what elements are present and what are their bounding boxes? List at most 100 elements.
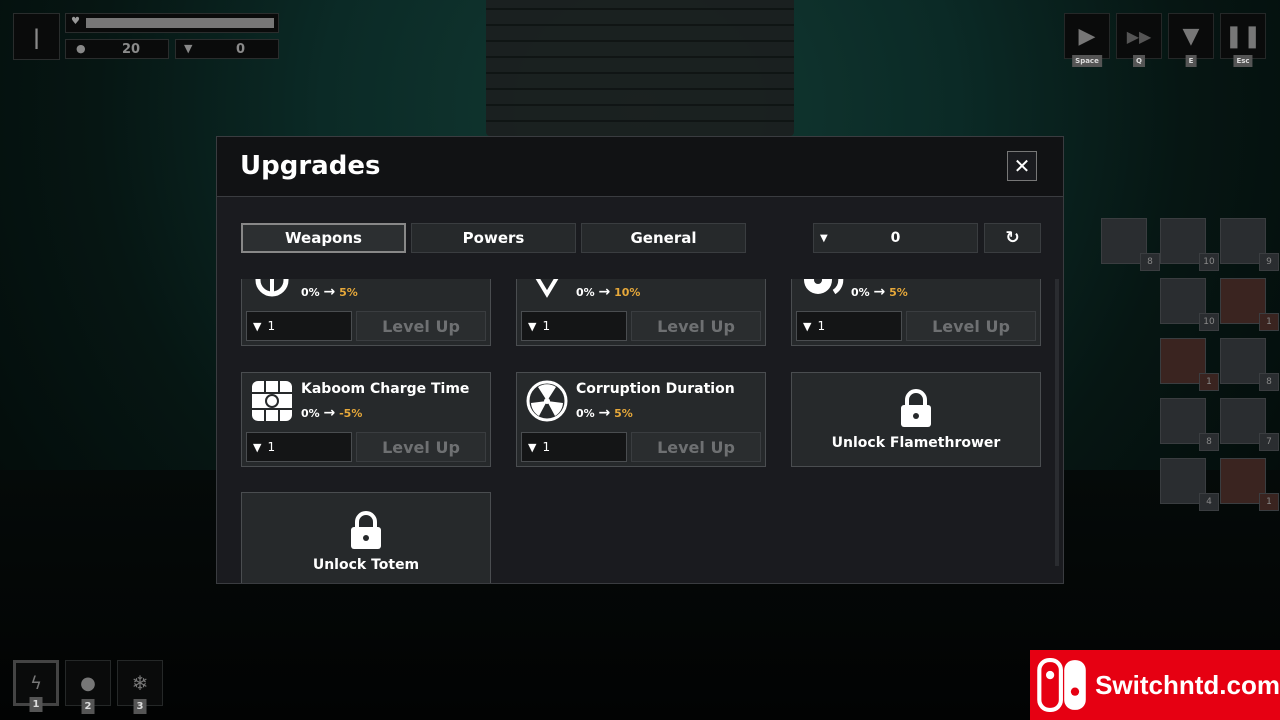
enemy-count: 10 bbox=[1199, 253, 1219, 271]
locked-flamethrower[interactable]: Unlock Flamethrower bbox=[791, 372, 1041, 467]
anvil-icon: ▼ bbox=[184, 42, 193, 55]
tower bbox=[486, 0, 794, 136]
locked-totem[interactable]: Unlock Totem bbox=[241, 492, 491, 583]
enemy-count: 10 bbox=[1199, 313, 1219, 331]
pause-button[interactable]: ❚❚ Esc bbox=[1220, 13, 1266, 67]
upgrade-title: Kaboom Charge Time bbox=[301, 381, 470, 397]
upgrade-card-weapon-upgrade-1: 0% → 5% ▼ 1 Level Up bbox=[241, 279, 491, 346]
enemy-slot: 8 bbox=[1220, 338, 1279, 391]
upgrade-icon bbox=[535, 279, 559, 298]
enemy-count: 1 bbox=[1199, 373, 1219, 391]
play-button[interactable]: ▶ Space bbox=[1064, 13, 1110, 67]
arrow-icon: → bbox=[323, 284, 336, 300]
upgrade-icon bbox=[804, 279, 844, 295]
upgrade-icon bbox=[252, 381, 292, 421]
enemy-count: 4 bbox=[1199, 493, 1219, 511]
enemy-count: 9 bbox=[1259, 253, 1279, 271]
scrollbar[interactable] bbox=[1055, 279, 1059, 566]
tab-general[interactable]: General bbox=[581, 223, 746, 253]
menu-button[interactable]: | bbox=[13, 13, 60, 60]
current-value: 0% bbox=[576, 286, 595, 299]
watermark: Switchntd.com bbox=[1030, 650, 1280, 720]
upgrade-card-kaboom-charge-time: Kaboom Charge Time 0% → -5% ▼ 1 Level Up bbox=[241, 372, 491, 467]
upgrade-title: Corruption Duration bbox=[576, 381, 735, 397]
dialog-title: Upgrades bbox=[240, 151, 381, 181]
upgrade-card-weapon-upgrade-2: 0% → 10% ▼ 1 Level Up bbox=[516, 279, 766, 346]
upgrade-values: 0% → 5% bbox=[851, 284, 908, 300]
enemy-slot: 8 bbox=[1101, 218, 1160, 271]
reset-button[interactable]: ↻ bbox=[984, 223, 1041, 253]
play-icon: ▶ bbox=[1078, 23, 1096, 49]
anvil-icon: ▼ bbox=[528, 440, 537, 454]
enemy-count: 1 bbox=[1259, 313, 1279, 331]
health-bar: ♥ bbox=[65, 13, 279, 33]
current-value: 0% bbox=[851, 286, 870, 299]
anvil-counter: ▼ 0 bbox=[175, 39, 279, 59]
upgrades-dialog: Upgrades ✕ Weapons Powers General ▼ 0 ↻ … bbox=[216, 136, 1064, 584]
level-up-button[interactable]: Level Up bbox=[631, 311, 761, 341]
current-value: 0% bbox=[301, 407, 320, 420]
lightning-icon: ϟ bbox=[30, 672, 42, 694]
enemy-slot: 10 bbox=[1160, 218, 1219, 271]
fast-forward-icon: ▶▶ bbox=[1126, 26, 1152, 46]
upgrade-values: 0% → -5% bbox=[301, 405, 362, 421]
ability-bomb[interactable]: ● 2 bbox=[65, 660, 111, 714]
ability-freeze[interactable]: ❄ 3 bbox=[117, 660, 163, 714]
arrow-icon: → bbox=[323, 405, 336, 421]
anvil-icon: ▼ bbox=[803, 319, 812, 333]
current-value: 0% bbox=[576, 407, 595, 420]
enemy-slot: 1 bbox=[1160, 338, 1219, 391]
upgrades-button[interactable]: ▼ E bbox=[1168, 13, 1214, 67]
enemy-slot: 4 bbox=[1160, 458, 1219, 511]
fast-forward-button[interactable]: ▶▶ Q bbox=[1116, 13, 1162, 67]
arrow-icon: → bbox=[873, 284, 886, 300]
tab-weapons[interactable]: Weapons bbox=[241, 223, 406, 253]
anvil-icon: ▼ bbox=[820, 232, 828, 244]
dialog-header: Upgrades ✕ bbox=[217, 137, 1063, 197]
next-value: 5% bbox=[339, 286, 358, 299]
level-up-button[interactable]: Level Up bbox=[906, 311, 1036, 341]
upgrade-values: 0% → 5% bbox=[301, 284, 358, 300]
upgrade-list: 0% → 5% ▼ 1 Level Up 0% → 10% ▼ 1 Level Up 0% → … bbox=[217, 279, 1063, 583]
enemy-slot: 8 bbox=[1160, 398, 1219, 451]
tab-powers[interactable]: Powers bbox=[411, 223, 576, 253]
enemy-slot: 1 bbox=[1220, 458, 1279, 511]
level-up-button[interactable]: Level Up bbox=[356, 432, 486, 462]
enemy-count: 8 bbox=[1199, 433, 1219, 451]
reset-icon: ↻ bbox=[1005, 228, 1020, 248]
close-button[interactable]: ✕ bbox=[1007, 151, 1037, 181]
coin-icon: ● bbox=[76, 42, 86, 55]
snowflake-icon: ❄ bbox=[131, 671, 149, 695]
ability-lightning[interactable]: ϟ1 bbox=[13, 660, 59, 712]
enemy-slot: 10 bbox=[1160, 278, 1219, 331]
upgrade-cost: ▼ 1 bbox=[246, 432, 352, 462]
enemy-slot: 7 bbox=[1220, 398, 1279, 451]
pause-icon: ❚❚ bbox=[1224, 23, 1262, 49]
bomb-icon: ● bbox=[80, 672, 96, 694]
anvil-icon: ▼ bbox=[253, 440, 262, 454]
current-value: 0% bbox=[301, 286, 320, 299]
level-up-button[interactable]: Level Up bbox=[356, 311, 486, 341]
level-up-button[interactable]: Level Up bbox=[631, 432, 761, 462]
upgrade-values: 0% → 10% bbox=[576, 284, 640, 300]
heart-icon: ♥ bbox=[71, 16, 80, 27]
enemy-slot: 1 bbox=[1220, 278, 1279, 331]
switch-logo-icon bbox=[1037, 658, 1086, 712]
enemy-count: 8 bbox=[1259, 373, 1279, 391]
arrow-icon: → bbox=[598, 284, 611, 300]
enemy-count: 1 bbox=[1259, 493, 1279, 511]
currency-display: ▼ 0 bbox=[813, 223, 978, 253]
upgrade-cost: ▼ 1 bbox=[521, 432, 627, 462]
close-icon: ✕ bbox=[1013, 154, 1031, 178]
upgrade-cost: ▼ 1 bbox=[521, 311, 627, 341]
anvil-icon: ▼ bbox=[528, 319, 537, 333]
upgrade-icon bbox=[526, 380, 568, 422]
health-fill bbox=[86, 18, 274, 28]
enemy-slot: 9 bbox=[1220, 218, 1279, 271]
upgrade-cost: ▼ 1 bbox=[796, 311, 902, 341]
next-value: 5% bbox=[614, 407, 633, 420]
upgrade-cost: ▼ 1 bbox=[246, 311, 352, 341]
upgrade-icon bbox=[255, 279, 289, 297]
next-value: 5% bbox=[889, 286, 908, 299]
anvil-icon: ▼ bbox=[253, 319, 262, 333]
